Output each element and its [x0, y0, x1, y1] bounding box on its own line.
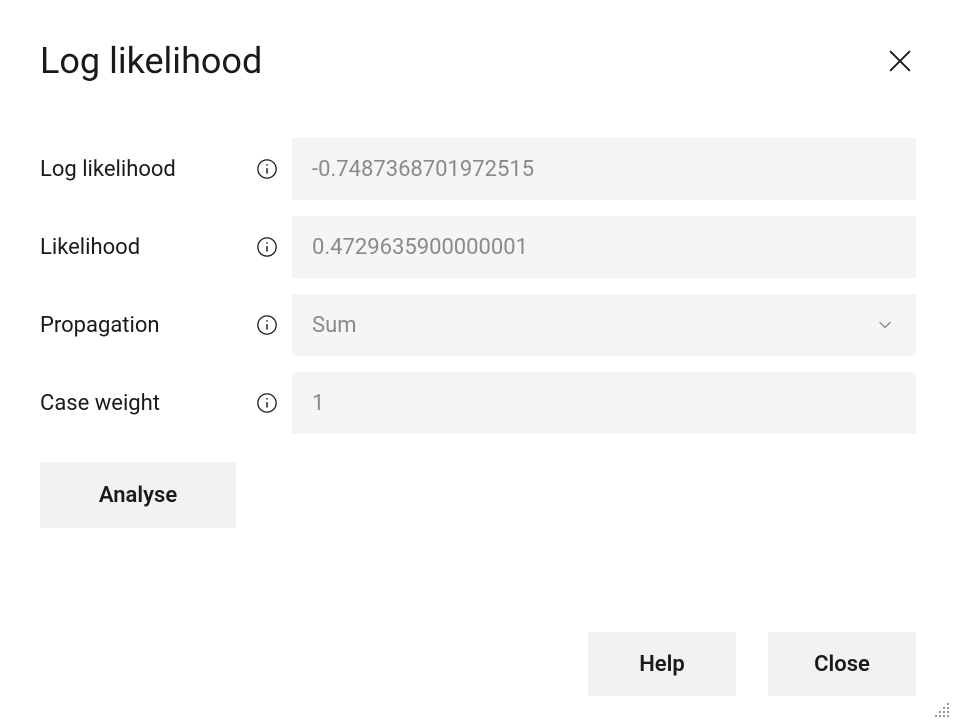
- close-button[interactable]: Close: [768, 632, 916, 696]
- log-likelihood-value: -0.7487368701972515: [312, 157, 534, 182]
- label-likelihood: Likelihood: [40, 235, 256, 260]
- row-log-likelihood: Log likelihood -0.7487368701972515: [40, 138, 916, 200]
- dialog-title: Log likelihood: [40, 40, 262, 82]
- form-body: Log likelihood -0.7487368701972515 Likel…: [40, 138, 916, 434]
- info-icon[interactable]: [256, 236, 278, 258]
- likelihood-value: 0.4729635900000001: [312, 235, 528, 260]
- log-likelihood-dialog: Log likelihood Log likelihood: [0, 0, 956, 724]
- log-likelihood-field: -0.7487368701972515: [292, 138, 916, 200]
- label-propagation: Propagation: [40, 313, 256, 338]
- label-area: Likelihood: [40, 235, 292, 260]
- close-icon[interactable]: [884, 45, 916, 77]
- label-case-weight: Case weight: [40, 391, 256, 416]
- analyse-button[interactable]: Analyse: [40, 462, 236, 528]
- dialog-header: Log likelihood: [40, 40, 916, 82]
- chevron-down-icon: [874, 314, 896, 336]
- likelihood-field: 0.4729635900000001: [292, 216, 916, 278]
- label-area: Log likelihood: [40, 157, 292, 182]
- help-button[interactable]: Help: [588, 632, 736, 696]
- info-icon[interactable]: [256, 392, 278, 414]
- label-area: Propagation: [40, 313, 292, 338]
- row-likelihood: Likelihood 0.4729635900000001: [40, 216, 916, 278]
- label-log-likelihood: Log likelihood: [40, 157, 256, 182]
- action-area: Analyse: [40, 462, 916, 528]
- info-icon[interactable]: [256, 314, 278, 336]
- label-area: Case weight: [40, 391, 292, 416]
- dialog-footer: Help Close: [40, 612, 916, 696]
- propagation-selected: Sum: [312, 313, 356, 338]
- resize-grip-icon[interactable]: [934, 702, 950, 718]
- propagation-dropdown[interactable]: Sum: [292, 294, 916, 356]
- row-propagation: Propagation Sum: [40, 294, 916, 356]
- row-case-weight: Case weight: [40, 372, 916, 434]
- case-weight-input[interactable]: [292, 372, 916, 434]
- info-icon[interactable]: [256, 158, 278, 180]
